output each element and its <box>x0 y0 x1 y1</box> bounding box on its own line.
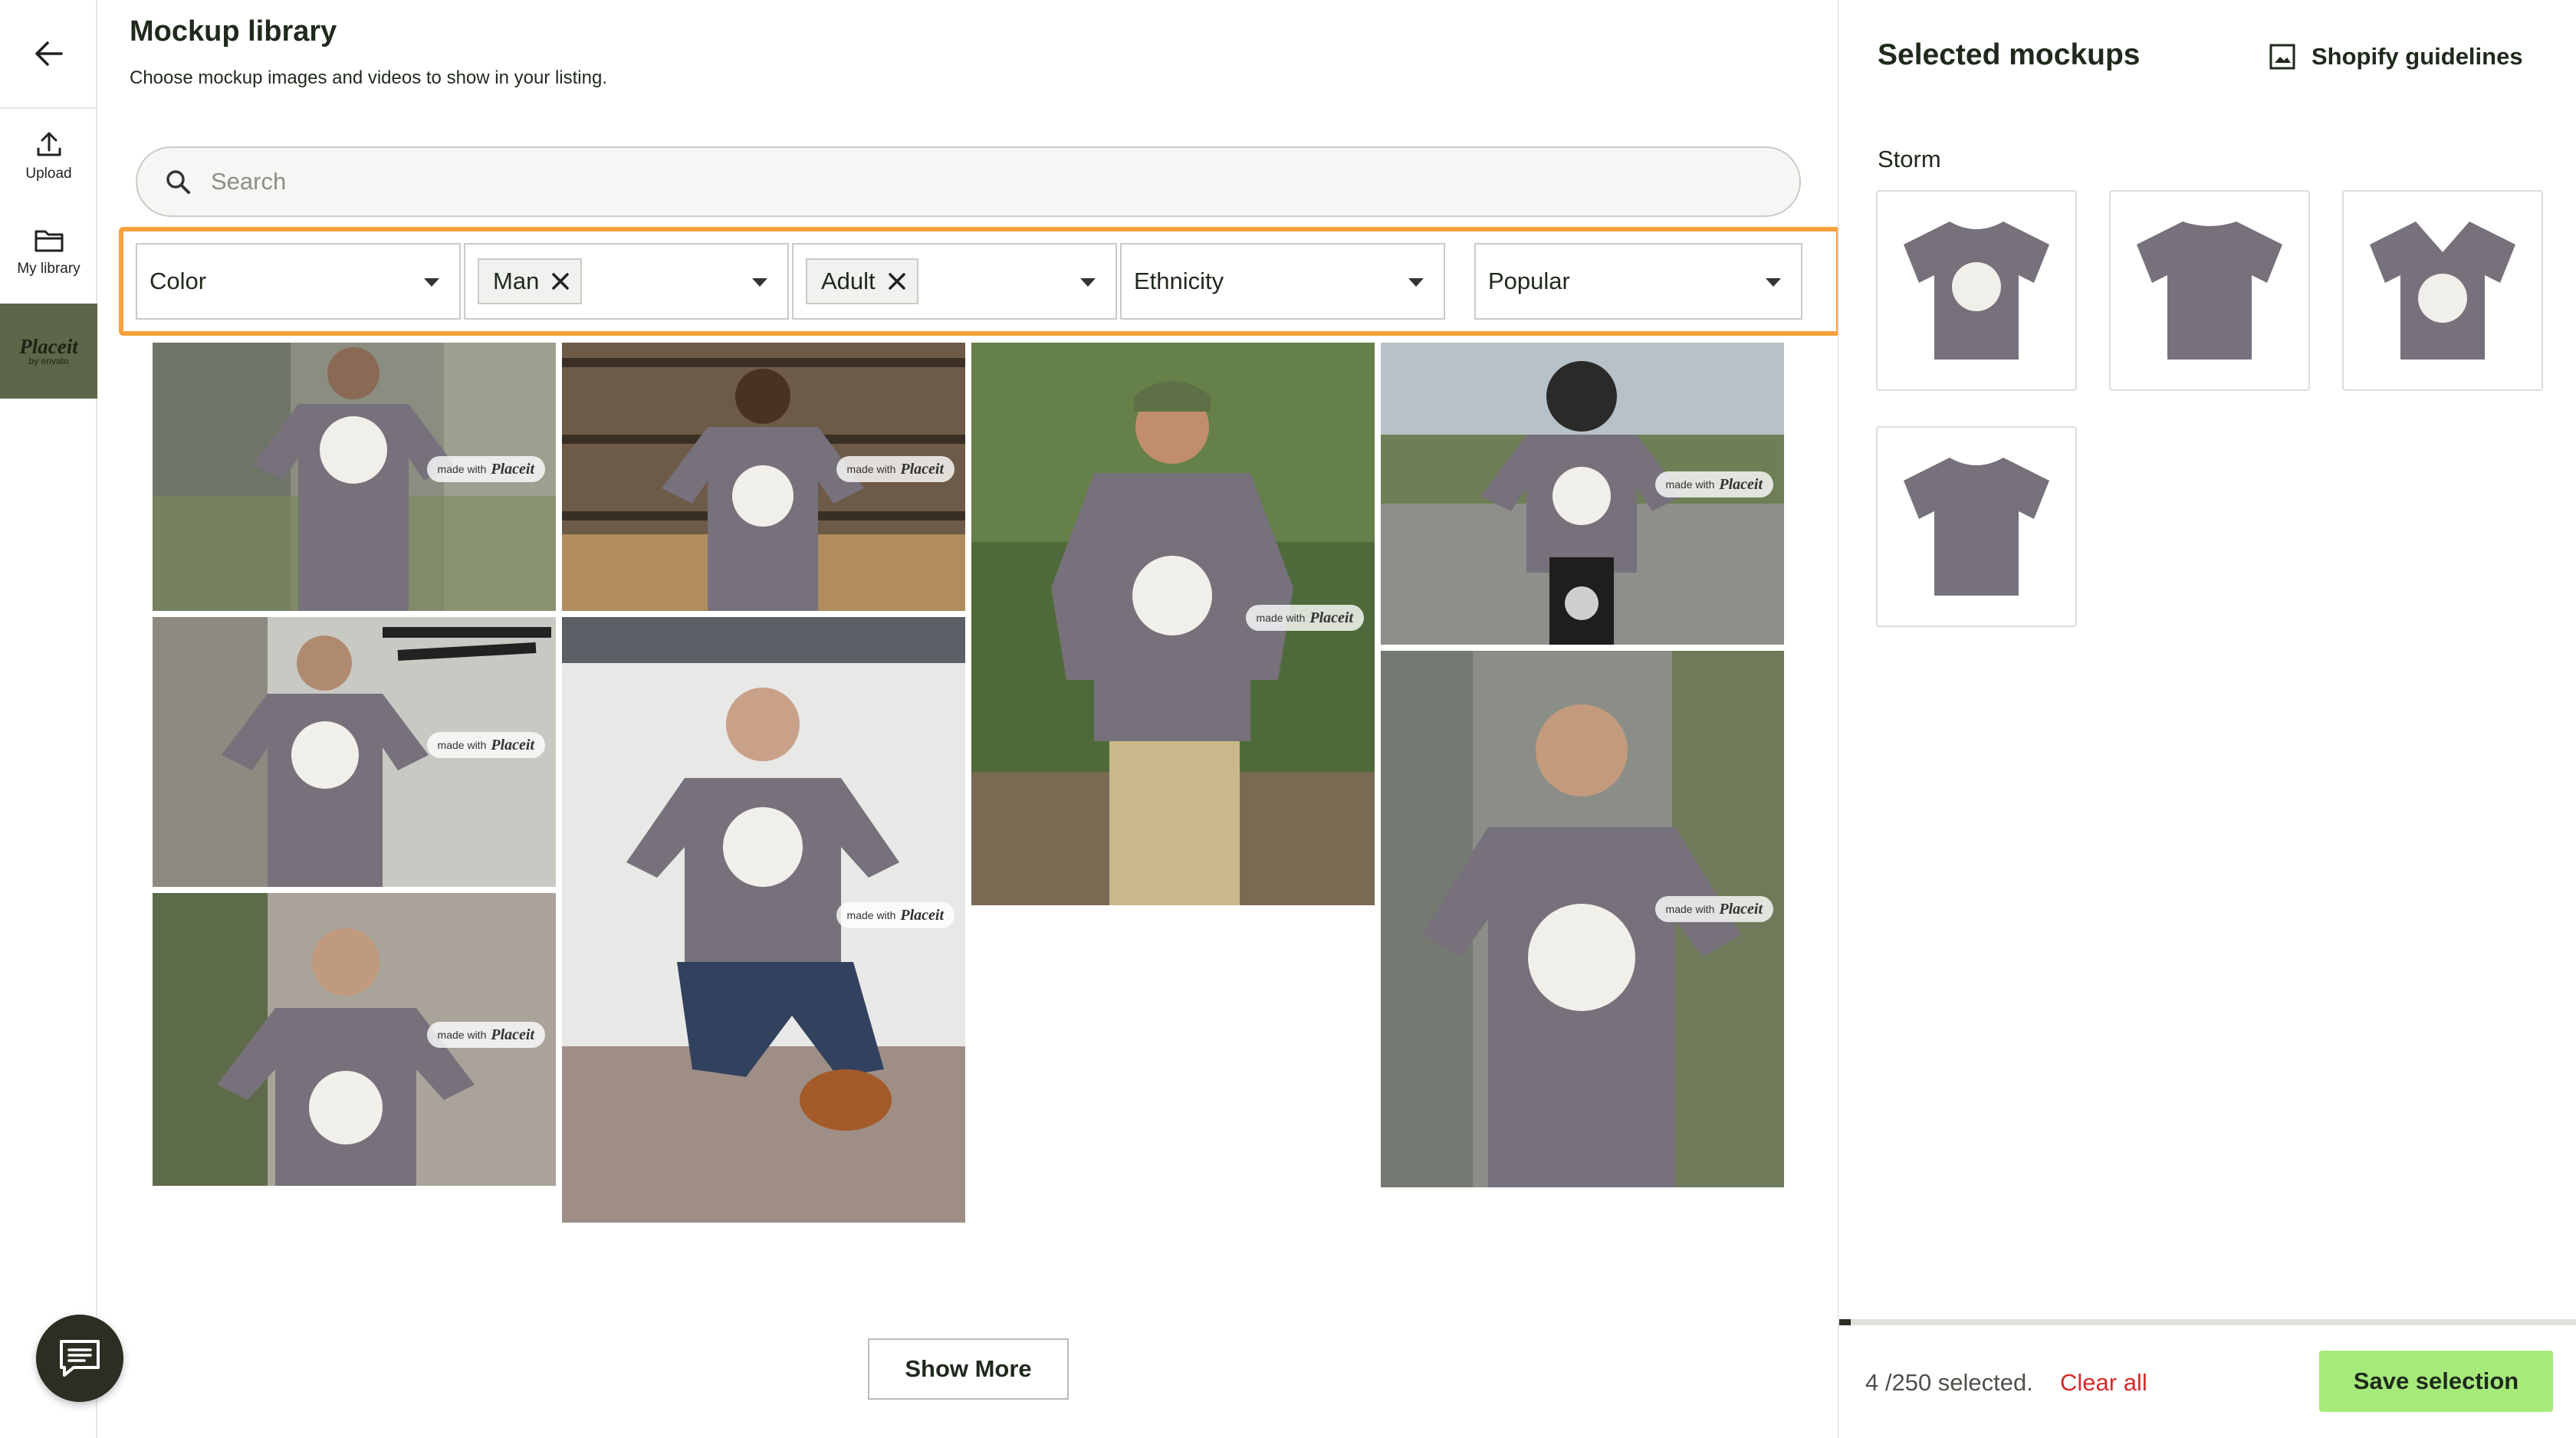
watermark-badge: made with Placeit <box>1654 471 1773 497</box>
ethnicity-filter-label: Ethnicity <box>1134 268 1224 294</box>
tshirt-front-image <box>1904 222 2049 360</box>
mockup-tile[interactable]: made with Placeit <box>971 343 1375 905</box>
watermark-brand: Placeit <box>1719 475 1763 493</box>
close-icon <box>552 273 570 290</box>
close-icon <box>888 273 905 290</box>
upload-button[interactable]: Upload <box>0 130 97 182</box>
watermark-text: made with <box>437 739 487 751</box>
watermark-brand: Placeit <box>1309 609 1353 626</box>
selection-progress-bar <box>1839 1319 2576 1325</box>
watermark-text: made with <box>846 463 896 475</box>
shopify-guidelines-label: Shopify guidelines <box>2312 43 2523 70</box>
color-filter-label: Color <box>150 268 207 294</box>
selected-thumbnail[interactable] <box>2109 190 2310 391</box>
upload-icon <box>37 132 61 156</box>
watermark-brand: Placeit <box>1719 900 1763 918</box>
mockup-tile[interactable]: made with Placeit <box>153 617 556 887</box>
placeit-logo-text: Placeit <box>19 335 78 358</box>
mockup-library: Mockup library Choose mockup images and … <box>97 0 1841 1438</box>
remove-chip-button[interactable] <box>551 272 570 291</box>
mockup-tile[interactable]: made with Placeit <box>1381 651 1784 1187</box>
search-input[interactable] <box>211 168 1668 195</box>
watermark-badge: made with Placeit <box>426 732 545 758</box>
page-subtitle: Choose mockup images and videos to show … <box>130 67 607 88</box>
chevron-down-icon <box>752 278 767 287</box>
placeit-logo-subtext: by envato <box>28 356 69 366</box>
watermark-text: made with <box>1665 478 1715 491</box>
watermark-text: made with <box>1256 612 1306 624</box>
watermark-text: made with <box>1665 903 1715 915</box>
folder-icon <box>34 230 63 252</box>
arrow-left-icon <box>34 41 63 66</box>
sort-select[interactable]: Popular <box>1474 243 1802 320</box>
watermark-badge: made with Placeit <box>836 902 955 928</box>
watermark-brand: Placeit <box>491 460 534 478</box>
gender-filter-select[interactable]: Man <box>464 243 789 320</box>
page-title: Mockup library <box>130 15 337 48</box>
mockup-tile[interactable]: made with Placeit <box>153 893 556 1186</box>
chip-label: Adult <box>821 268 876 294</box>
chat-icon <box>60 1340 100 1377</box>
selected-count: 4 /250 selected. <box>1865 1369 2033 1396</box>
filter-chip-man: Man <box>478 258 583 304</box>
image-icon <box>2269 44 2295 70</box>
selected-thumbnail[interactable] <box>1876 426 2077 627</box>
show-more-button[interactable]: Show More <box>868 1338 1069 1400</box>
selected-thumbnail[interactable] <box>1876 190 2077 391</box>
chevron-down-icon <box>1080 278 1096 287</box>
search-icon <box>166 170 190 194</box>
watermark-badge: made with Placeit <box>836 456 955 482</box>
watermark-badge: made with Placeit <box>1654 896 1773 922</box>
age-filter-select[interactable]: Adult <box>792 243 1117 320</box>
chip-label: Man <box>493 268 540 294</box>
tshirt-vneck-image <box>2370 222 2515 360</box>
filter-chip-adult: Adult <box>806 258 918 304</box>
panel-title: Selected mockups <box>1878 38 2141 71</box>
selected-mockups-panel: Selected mockups Shopify guidelines Stor… <box>1838 0 2576 1438</box>
progress-fill <box>1839 1319 1852 1325</box>
watermark-brand: Placeit <box>491 736 534 753</box>
shopify-guidelines-link[interactable]: Shopify guidelines <box>2269 43 2523 71</box>
upload-label: Upload <box>25 166 72 182</box>
sort-label: Popular <box>1488 268 1570 294</box>
color-filter-select[interactable]: Color <box>136 243 461 320</box>
left-rail: Upload My library Placeit by envato <box>0 0 97 1438</box>
mockup-tile[interactable]: made with Placeit <box>562 343 965 611</box>
watermark-brand: Placeit <box>491 1026 534 1043</box>
watermark-badge: made with Placeit <box>426 1022 545 1048</box>
watermark-text: made with <box>846 909 896 921</box>
chevron-down-icon <box>1766 278 1781 287</box>
tshirt-back-image <box>2137 222 2282 360</box>
tshirt-plain-image <box>1904 458 2049 596</box>
watermark-badge: made with Placeit <box>1245 605 1364 631</box>
color-group-label: Storm <box>1878 146 1941 172</box>
my-library-label: My library <box>17 261 80 277</box>
watermark-badge: made with Placeit <box>426 456 545 482</box>
chevron-down-icon <box>424 278 439 287</box>
clear-all-link[interactable]: Clear all <box>2060 1369 2147 1397</box>
selected-thumbnail[interactable] <box>2342 190 2543 391</box>
watermark-brand: Placeit <box>900 906 944 924</box>
mockup-tile[interactable]: made with Placeit <box>562 617 965 1223</box>
chevron-down-icon <box>1408 278 1424 287</box>
back-button[interactable] <box>0 0 97 109</box>
mockup-tile[interactable]: made with Placeit <box>153 343 556 611</box>
search-bar <box>136 146 1801 217</box>
filter-bar: Color Man Adult Ethnicity Popular <box>119 227 1841 336</box>
watermark-text: made with <box>437 463 487 475</box>
watermark-text: made with <box>437 1029 487 1041</box>
remove-chip-button[interactable] <box>888 272 906 291</box>
mockup-tile[interactable]: made with Placeit <box>1381 343 1784 645</box>
save-selection-button[interactable]: Save selection <box>2319 1351 2553 1412</box>
my-library-button[interactable]: My library <box>0 227 97 277</box>
placeit-app-button[interactable]: Placeit by envato <box>0 304 97 399</box>
watermark-brand: Placeit <box>900 460 944 478</box>
ethnicity-filter-select[interactable]: Ethnicity <box>1120 243 1445 320</box>
